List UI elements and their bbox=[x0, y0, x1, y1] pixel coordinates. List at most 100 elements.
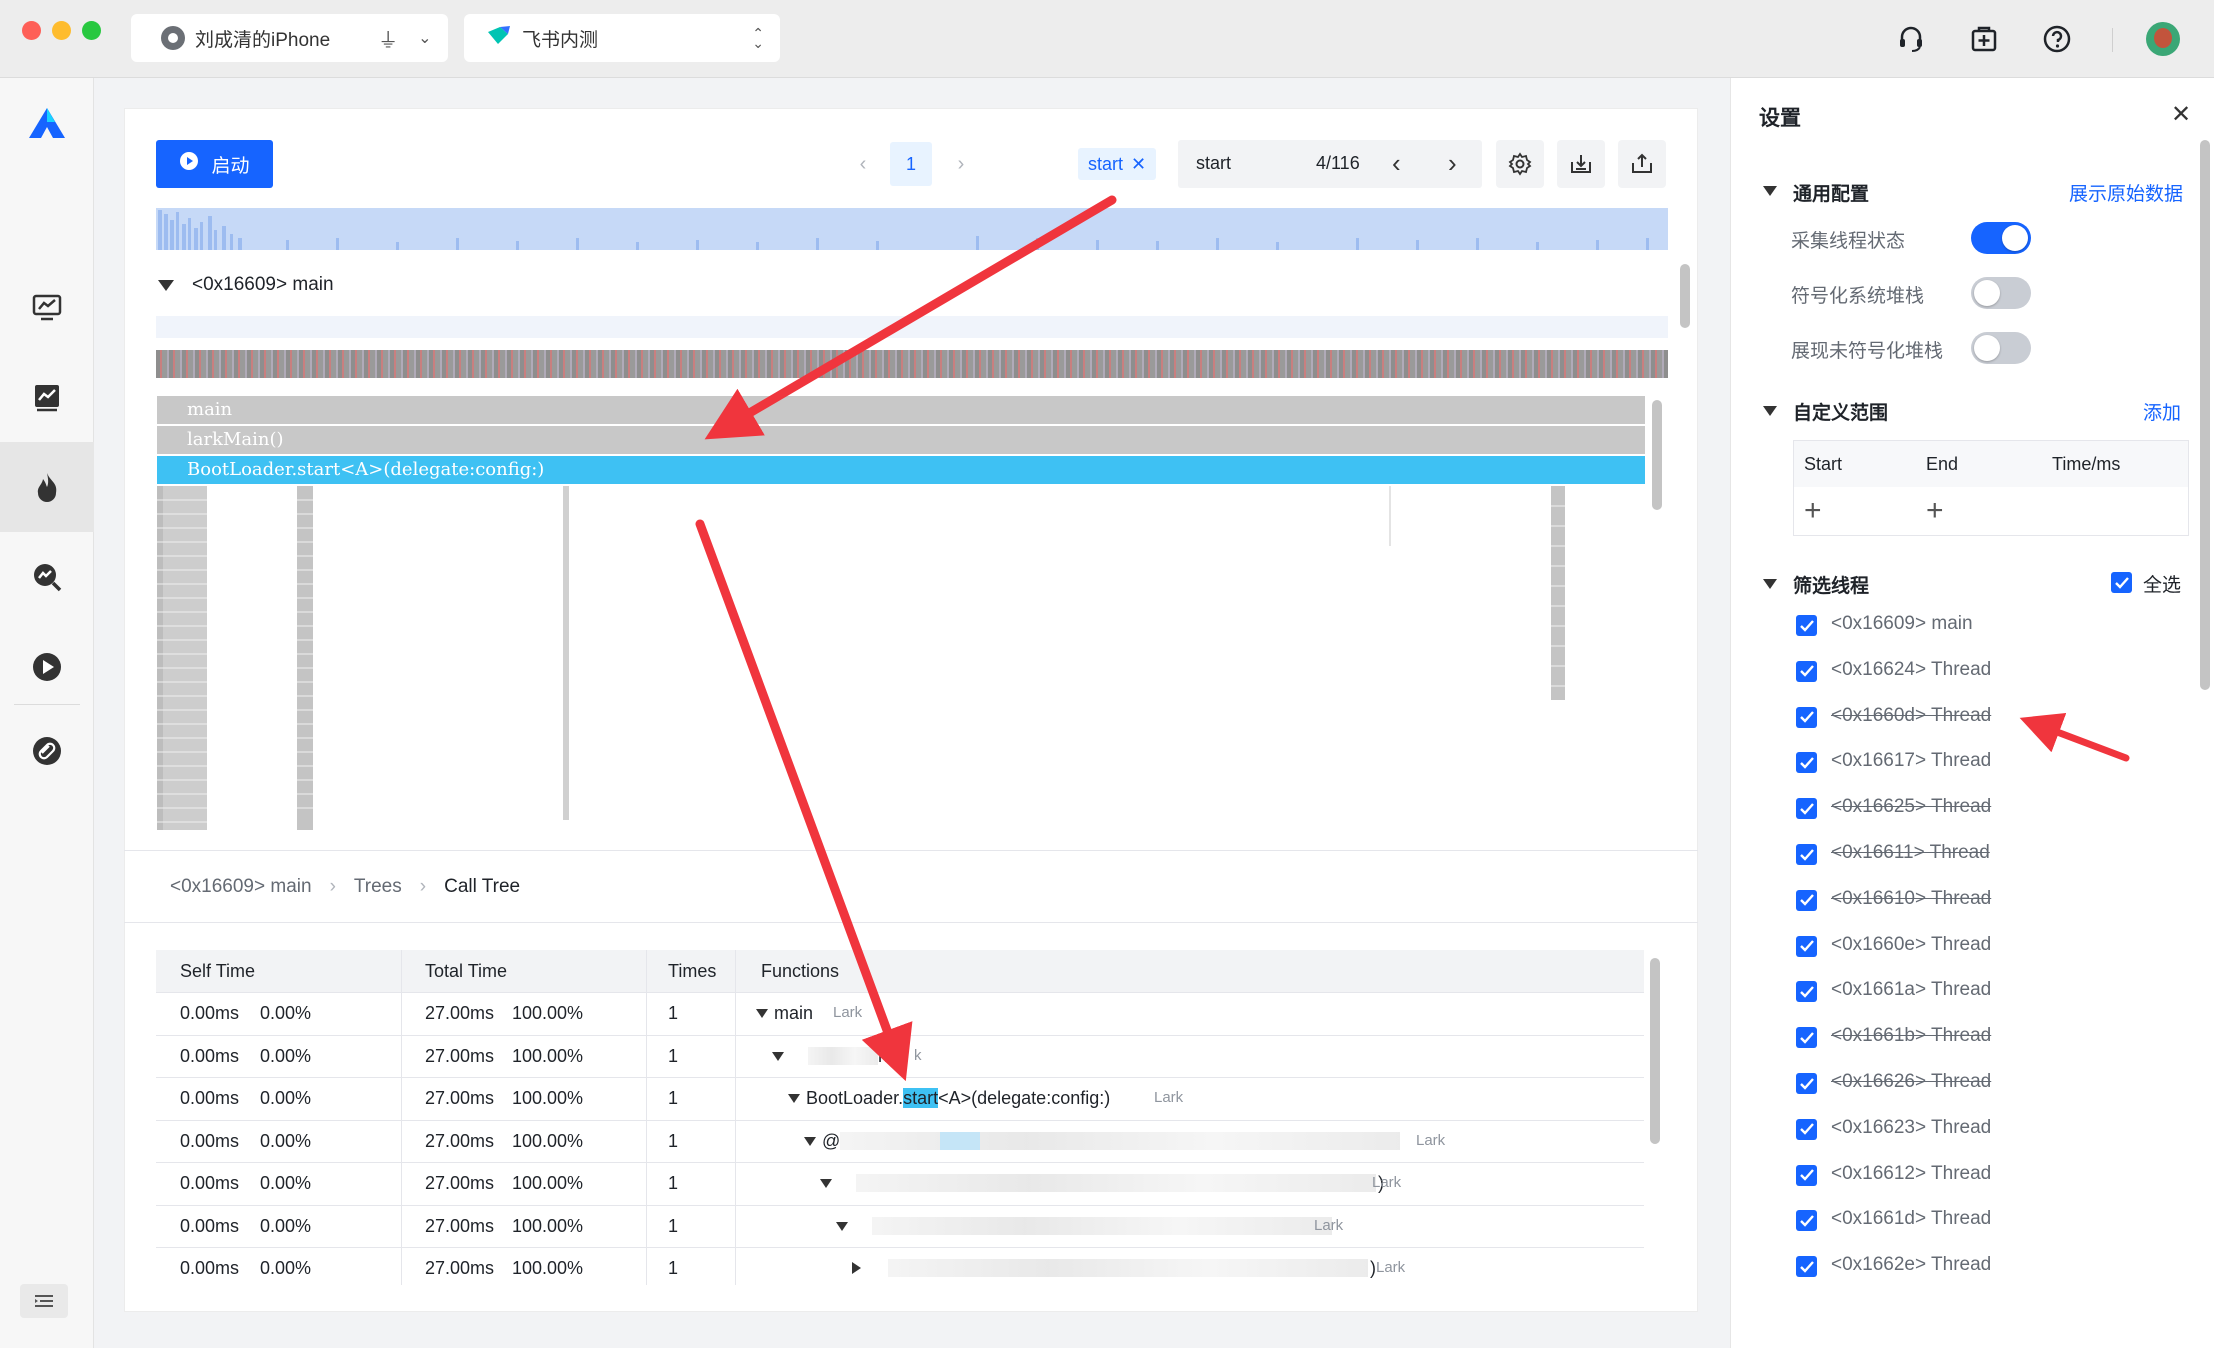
call-tree-scrollbar[interactable] bbox=[1650, 958, 1660, 1144]
section-collapse-icon[interactable] bbox=[1763, 579, 1777, 589]
nav-analysis-icon[interactable] bbox=[0, 532, 94, 622]
timeline-overview[interactable] bbox=[156, 208, 1668, 250]
self-time-pct: 0.00% bbox=[260, 1215, 312, 1236]
export-button[interactable] bbox=[1618, 140, 1666, 188]
nav-flame-icon[interactable] bbox=[0, 442, 94, 532]
thread-checkbox[interactable] bbox=[1796, 935, 1817, 957]
add-box-icon[interactable] bbox=[1965, 20, 2003, 58]
close-icon[interactable]: ✕ bbox=[2171, 100, 2191, 129]
expand-down-icon[interactable] bbox=[772, 1051, 784, 1061]
total-time-ms: 27.00ms bbox=[425, 1130, 495, 1151]
expand-down-icon[interactable] bbox=[788, 1094, 800, 1103]
table-row[interactable]: 0.00ms 0.00% 27.00ms 100.00% 1 BootLoader.sta… bbox=[156, 1077, 1644, 1120]
search-tag[interactable]: start ✕ bbox=[1078, 148, 1157, 180]
nav-divider bbox=[14, 704, 80, 705]
col-header-functions[interactable]: Functions bbox=[761, 950, 839, 992]
table-row[interactable]: 0.00ms 0.00% 27.00ms 100.00% 1) Lark bbox=[156, 1162, 1644, 1205]
section-collapse-icon[interactable] bbox=[1763, 406, 1777, 416]
expand-down-icon[interactable] bbox=[756, 1009, 768, 1018]
thread-checkbox[interactable] bbox=[1796, 889, 1817, 911]
custom-range-title: 自定义范围 bbox=[1793, 403, 1889, 424]
minimize-window-button[interactable] bbox=[52, 21, 71, 40]
expand-down-icon[interactable] bbox=[820, 1179, 832, 1188]
add-end-icon[interactable]: + bbox=[1926, 491, 1944, 531]
nav-play-icon[interactable] bbox=[0, 622, 94, 712]
panel-scrollbar[interactable] bbox=[1680, 264, 1690, 328]
thread-checkbox[interactable] bbox=[1796, 1118, 1817, 1140]
avatar[interactable] bbox=[2146, 22, 2180, 56]
import-button[interactable] bbox=[1557, 140, 1605, 188]
thread-checkbox[interactable] bbox=[1796, 1073, 1817, 1094]
total-time-pct: 100.00% bbox=[512, 1130, 584, 1151]
collect-thread-state-toggle[interactable] bbox=[1971, 222, 2031, 254]
page-number[interactable]: 1 bbox=[890, 142, 932, 186]
thread-checkbox[interactable] bbox=[1796, 752, 1817, 774]
range-table-header bbox=[1794, 441, 2188, 487]
symbolicate-system-stack-toggle[interactable] bbox=[1971, 277, 2031, 309]
thread-filter-title: 筛选线程 bbox=[1793, 576, 1870, 597]
start-button[interactable]: 启动 bbox=[156, 140, 273, 188]
show-raw-data-link[interactable]: 展示原始数据 bbox=[2069, 179, 2183, 206]
settings-scrollbar[interactable] bbox=[2200, 140, 2210, 690]
device-selector[interactable]: 刘成清的iPhone ⏚ ⌄ bbox=[131, 14, 448, 62]
nav-link-icon[interactable] bbox=[0, 706, 94, 796]
search-input[interactable]: start bbox=[1196, 153, 1231, 174]
table-row[interactable]: 0.00ms 0.00% 27.00ms 100.00% 1 Lark bbox=[156, 1205, 1644, 1248]
next-match-icon[interactable]: › bbox=[1448, 148, 1457, 179]
thread-checkbox[interactable] bbox=[1796, 981, 1817, 1003]
table-row[interactable]: 0.00ms 0.00% 27.00ms 100.00% 1) Lark bbox=[156, 1247, 1644, 1290]
select-all-checkbox[interactable] bbox=[2111, 572, 2132, 593]
expand-down-icon[interactable] bbox=[804, 1136, 816, 1146]
expand-right-icon[interactable] bbox=[852, 1262, 861, 1274]
zoom-window-button[interactable] bbox=[82, 21, 101, 40]
flame-frame-larkmain[interactable]: larkMain() bbox=[157, 426, 1645, 454]
thread-checkbox[interactable] bbox=[1796, 615, 1817, 636]
search-field[interactable]: start 4/116 ‹ › bbox=[1178, 140, 1482, 188]
thread-checkbox[interactable] bbox=[1796, 1256, 1817, 1278]
close-window-button[interactable] bbox=[22, 21, 41, 40]
thread-checkbox[interactable] bbox=[1796, 798, 1817, 820]
close-icon[interactable]: ✕ bbox=[1131, 148, 1146, 180]
nav-monitor-icon[interactable] bbox=[0, 262, 94, 352]
thread-checkbox[interactable] bbox=[1796, 1210, 1817, 1232]
library-name: Lark bbox=[1372, 1174, 1402, 1191]
next-page-button[interactable]: › bbox=[940, 144, 982, 184]
add-start-icon[interactable]: + bbox=[1804, 491, 1822, 531]
section-collapse-icon[interactable] bbox=[1763, 186, 1777, 196]
thread-label: <0x16626> Thread bbox=[1831, 1071, 1992, 1092]
table-row[interactable]: 0.00ms 0.00% 27.00ms 100.00% 1 @ Lark bbox=[156, 1120, 1644, 1163]
help-icon[interactable] bbox=[2038, 20, 2076, 58]
nav-chart-icon[interactable] bbox=[0, 352, 94, 442]
thread-checkbox[interactable] bbox=[1796, 1164, 1817, 1186]
flame-frame-main[interactable]: main bbox=[157, 396, 1645, 424]
thread-checkbox[interactable] bbox=[1796, 1027, 1817, 1049]
self-time-ms: 0.00ms bbox=[180, 1088, 240, 1108]
prev-page-button[interactable]: ‹ bbox=[842, 144, 884, 184]
collapse-menu-icon[interactable] bbox=[20, 1284, 68, 1318]
settings-gear-button[interactable] bbox=[1496, 140, 1544, 188]
thread-label: <0x16625> Thread bbox=[1831, 796, 1992, 818]
total-time-ms: 27.00ms bbox=[425, 1258, 495, 1278]
times-value: 1 bbox=[668, 1088, 679, 1108]
headset-icon[interactable] bbox=[1892, 20, 1930, 58]
col-header-times[interactable]: Times bbox=[668, 950, 716, 992]
self-time-ms: 0.00ms bbox=[180, 1130, 240, 1151]
add-range-link[interactable]: 添加 bbox=[2143, 398, 2181, 425]
thread-checkbox[interactable] bbox=[1796, 706, 1817, 728]
thread-checkbox[interactable] bbox=[1796, 844, 1817, 865]
app-selector[interactable]: 飞书内测 ⌃ ⌄ bbox=[464, 14, 780, 62]
expand-down-icon[interactable] bbox=[836, 1221, 848, 1231]
table-row[interactable]: 0.00ms 0.00% 27.00ms 100.00% 1 main Lark bbox=[156, 992, 1644, 1035]
thread-expand-toggle[interactable] bbox=[158, 280, 174, 291]
thread-checkbox[interactable] bbox=[1796, 660, 1817, 682]
flame-scrollbar[interactable] bbox=[1652, 400, 1662, 510]
flame-deep-frames bbox=[157, 486, 1645, 830]
flame-frame-bootloader-start[interactable]: BootLoader.start<A>(delegate:config:) bbox=[157, 456, 1645, 484]
breadcrumb-item-trees[interactable]: Trees bbox=[354, 876, 402, 898]
table-row[interactable]: 0.00ms 0.00% 27.00ms 100.00% 1 n() k bbox=[156, 1035, 1644, 1078]
breadcrumb-item-thread[interactable]: <0x16609> main bbox=[170, 876, 312, 898]
col-header-total-time[interactable]: Total Time bbox=[425, 950, 507, 992]
col-header-self-time[interactable]: Self Time bbox=[180, 950, 255, 992]
show-unsymbolicated-stack-toggle[interactable] bbox=[1971, 332, 2031, 364]
prev-match-icon[interactable]: ‹ bbox=[1392, 148, 1401, 179]
